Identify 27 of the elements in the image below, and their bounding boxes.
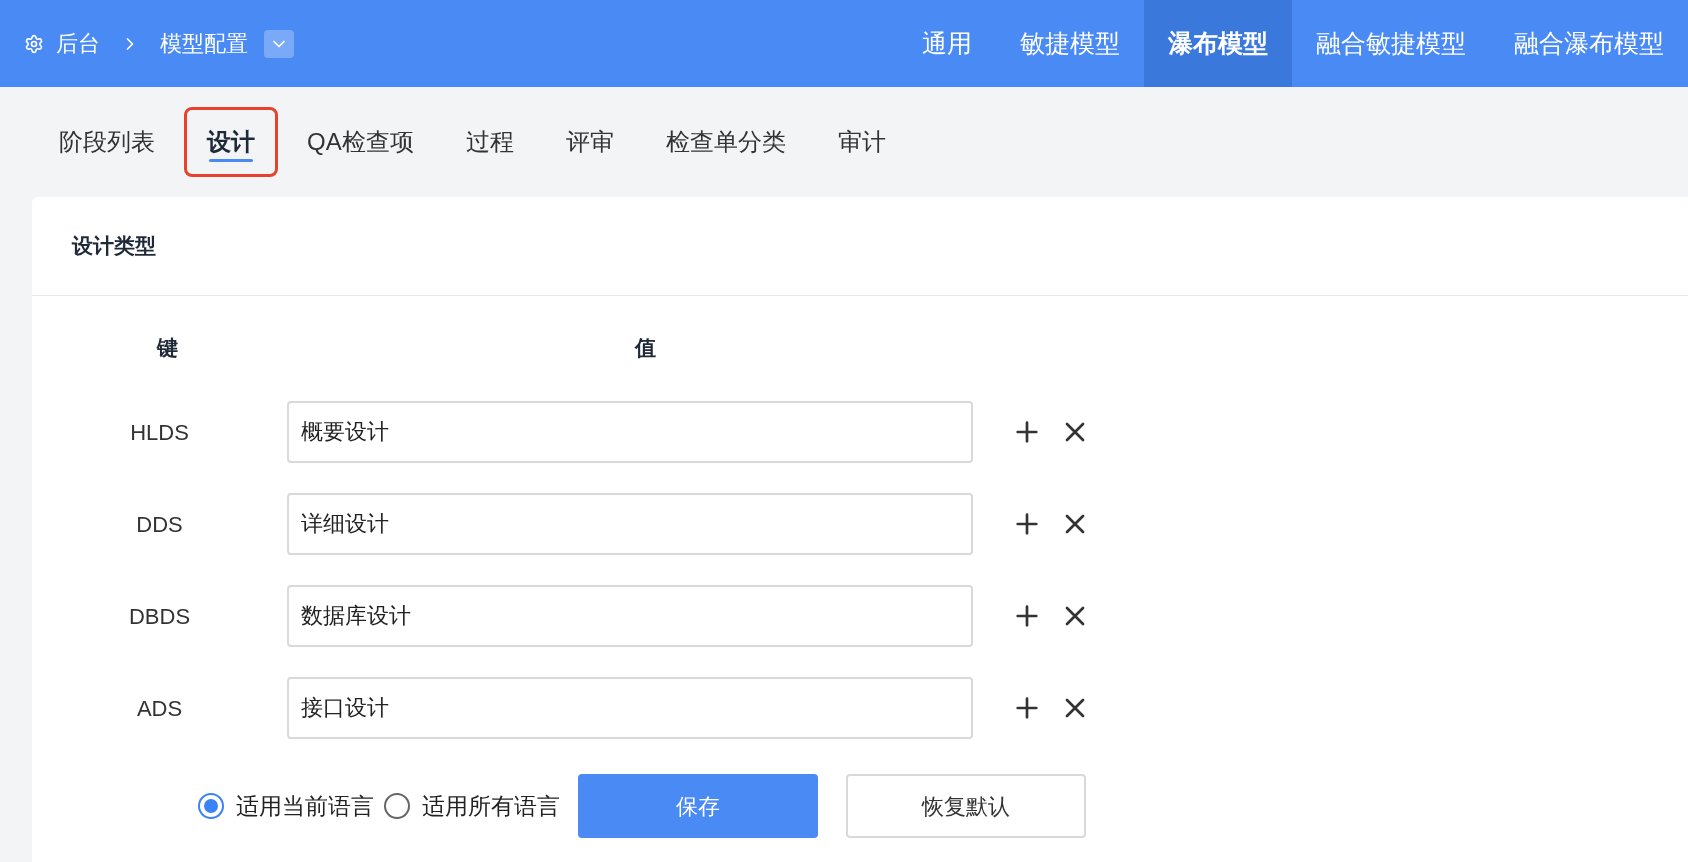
sub-tab[interactable]: 设计 — [184, 107, 278, 177]
key-label: HLDS — [129, 418, 190, 447]
sub-tab[interactable]: 过程 — [442, 107, 537, 177]
reset-button[interactable]: 恢复默认 — [846, 774, 1086, 838]
card-title: 设计类型 — [72, 233, 156, 260]
settings-icon[interactable] — [24, 33, 44, 54]
value-input[interactable]: 详细设计 — [287, 493, 973, 555]
sub-tab[interactable]: 检查单分类 — [642, 107, 809, 177]
key-label: ADS — [135, 694, 184, 723]
key-label: DDS — [135, 510, 184, 539]
column-header: 键 — [155, 335, 179, 362]
value-input[interactable]: 概要设计 — [287, 401, 973, 463]
radio-button[interactable] — [198, 793, 224, 819]
radio-label: 适用当前语言 — [236, 791, 374, 821]
column-header: 值 — [633, 335, 657, 362]
value-input[interactable]: 接口设计 — [287, 677, 973, 739]
sub-tab[interactable]: QA检查项 — [284, 107, 437, 177]
value-input[interactable]: 数据库设计 — [287, 585, 973, 647]
dropdown-button[interactable] — [264, 29, 294, 58]
sub-tab[interactable]: 评审 — [542, 107, 637, 177]
radio-button[interactable] — [384, 793, 410, 819]
key-label: DBDS — [127, 602, 192, 631]
breadcrumb-current: 模型配置 — [160, 30, 248, 58]
sub-tab[interactable]: 审计 — [814, 107, 909, 177]
model-tab[interactable]: 瀑布模型 — [1144, 0, 1292, 87]
radio-label: 适用所有语言 — [422, 791, 560, 821]
sub-tab[interactable]: 阶段列表 — [36, 107, 178, 177]
